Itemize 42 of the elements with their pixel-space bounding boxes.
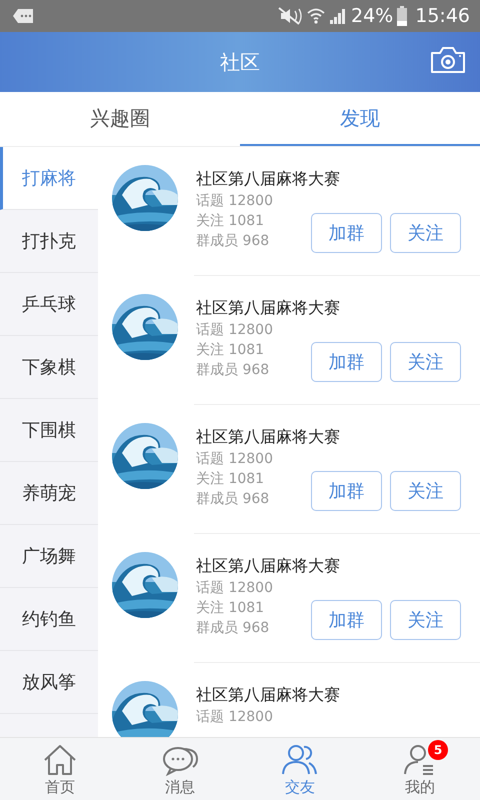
people-icon — [281, 742, 319, 776]
group-title: 社区第八届麻将大赛 — [196, 168, 340, 190]
group-stat: 话题 12800 — [196, 708, 273, 727]
group-stat: 群成员 968 — [196, 619, 270, 638]
group-stat: 关注 1081 — [196, 212, 264, 231]
group-stat: 群成员 968 — [196, 232, 270, 251]
join-group-button[interactable]: 加群 — [311, 342, 382, 382]
group-stat: 话题 12800 — [196, 321, 273, 340]
mute-icon — [277, 7, 303, 25]
header-title: 社区 — [220, 49, 260, 76]
group-stat: 话题 12800 — [196, 192, 273, 211]
group-stat: 关注 1081 — [196, 599, 264, 618]
nav-tab[interactable]: 消息 — [120, 738, 240, 800]
follow-button[interactable]: 关注 — [390, 213, 461, 253]
nav-tab[interactable]: 我的 5 — [360, 738, 480, 800]
nav-tab[interactable]: 首页 — [0, 738, 120, 800]
sidebar-item[interactable]: 打麻将 — [0, 147, 98, 210]
group-stat: 关注 1081 — [196, 470, 264, 489]
camera-icon[interactable] — [430, 46, 466, 74]
group-title: 社区第八届麻将大赛 — [196, 297, 340, 319]
group-stat: 群成员 968 — [196, 361, 270, 380]
notification-badge: 5 — [428, 740, 448, 760]
notification-icon — [12, 8, 34, 24]
join-group-button[interactable]: 加群 — [311, 471, 382, 511]
wifi-icon — [307, 7, 325, 25]
group-title: 社区第八届麻将大赛 — [196, 426, 340, 448]
follow-button[interactable]: 关注 — [390, 471, 461, 511]
signal-icon — [329, 7, 347, 25]
battery-icon — [397, 6, 408, 26]
group-stat: 群成员 968 — [196, 490, 270, 509]
group-title: 社区第八届麻将大赛 — [196, 684, 340, 706]
battery-percentage: 24% — [351, 4, 394, 29]
group-stat: 关注 1081 — [196, 341, 264, 360]
join-group-button[interactable]: 加群 — [311, 213, 382, 253]
nav-tab[interactable]: 交友 — [240, 738, 360, 800]
follow-button[interactable]: 关注 — [390, 600, 461, 640]
group-title: 社区第八届麻将大赛 — [196, 555, 340, 577]
group-stat: 话题 12800 — [196, 579, 273, 598]
clock: 15:46 — [415, 4, 470, 29]
join-group-button[interactable]: 加群 — [311, 600, 382, 640]
group-stat: 话题 12800 — [196, 450, 273, 469]
follow-button[interactable]: 关注 — [390, 342, 461, 382]
